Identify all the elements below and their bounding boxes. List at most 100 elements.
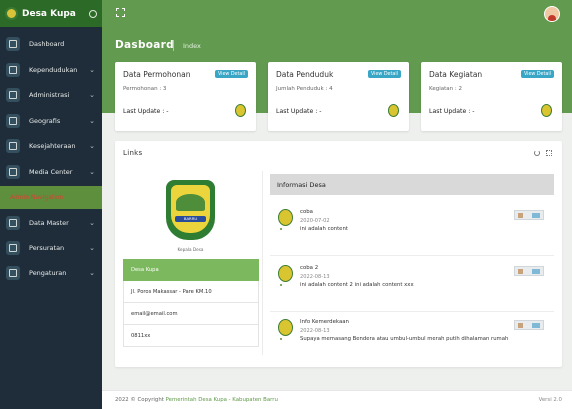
footer-copyright: 2022 © Copyright Pemerintah Desa Kupa - …	[115, 397, 278, 403]
sidebar-item-label: Administrasi	[29, 91, 70, 99]
copyright-text: 2022 © Copyright	[115, 397, 164, 403]
post-title: coba 2	[300, 265, 319, 271]
page-title: Dasboard	[115, 39, 174, 51]
settings-icon[interactable]	[89, 9, 97, 18]
footer: 2022 © Copyright Pemerintah Desa Kupa - …	[102, 390, 572, 409]
sidebar-item-label: Geografis	[29, 117, 61, 125]
sidebar-item-persuratan[interactable]: Persuratan ⌄	[0, 237, 102, 259]
emblem-ribbon: BARRU	[175, 216, 206, 222]
chevron-down-icon: ⌄	[89, 117, 95, 125]
village-info-list: Desa Kupa Jl. Poros Makassar - Pare KM.1…	[123, 259, 259, 347]
info-address: Jl. Poros Makassar - Pare KM.10	[123, 281, 259, 303]
post-date: 2020-07-02	[300, 218, 330, 224]
chevron-down-icon: ⌄	[89, 66, 95, 74]
post-avatar	[278, 265, 293, 282]
info-email: email@email.com	[123, 303, 259, 325]
monitor-icon	[6, 216, 20, 230]
chevron-down-icon: ⌄	[89, 142, 95, 150]
briefcase-icon	[6, 88, 20, 102]
chevron-down-icon: ⌄	[89, 168, 95, 176]
sidebar-item-media-center[interactable]: Media Center ⌄	[0, 161, 102, 183]
info-village-name: Desa Kupa	[123, 259, 259, 281]
post-title: coba	[300, 209, 313, 215]
sidebar-section-header: Admin Navigation	[0, 186, 102, 209]
sidebar-item-kesejahteraan[interactable]: Kesejahteraan ⌄	[0, 135, 102, 157]
copyright-link[interactable]: Pemerintah Desa Kupa - Kabupaten Barru	[166, 397, 278, 403]
sidebar-item-label: Kesejahteraan	[29, 142, 76, 150]
map-icon	[6, 114, 20, 128]
post-date: 2022-08-13	[300, 328, 330, 334]
post-avatar	[278, 319, 293, 336]
online-dot	[280, 228, 282, 230]
app-title: Desa Kupa	[22, 8, 76, 19]
column-divider	[262, 171, 263, 355]
sidebar: Desa Kupa Dashboard Kependudukan ⌄ Admin…	[0, 0, 102, 409]
sidebar-item-geografis[interactable]: Geografis ⌄	[0, 110, 102, 132]
post-thumbnail[interactable]	[514, 210, 544, 220]
panel-title: Links	[123, 149, 143, 157]
chevron-down-icon: ⌄	[89, 91, 95, 99]
sidebar-item-label: Pengaturan	[29, 269, 67, 277]
online-dot	[280, 284, 282, 286]
list-item[interactable]: Info Kemerdekaan 2022-08-13 Supaya memas…	[270, 311, 554, 366]
online-dot	[280, 338, 282, 340]
card-count: Kegiatan : 2	[429, 86, 462, 92]
post-content: ini adalah content	[300, 226, 348, 232]
video-icon	[6, 165, 20, 179]
expand-icon[interactable]	[546, 150, 552, 156]
sidebar-item-label: Media Center	[29, 168, 73, 176]
stat-card-permohonan: Data Permohonan View Detail Permohonan :…	[115, 62, 256, 131]
card-count: Jumlah Penduduk : 4	[276, 86, 333, 92]
home-icon	[6, 37, 20, 51]
stat-card-kegiatan: Data Kegiatan View Detail Kegiatan : 2 L…	[421, 62, 562, 131]
chevron-down-icon: ⌄	[89, 219, 95, 227]
sidebar-item-administrasi[interactable]: Administrasi ⌄	[0, 84, 102, 106]
post-content: ini adalah content 2 ini adalah content …	[300, 282, 414, 288]
file-icon	[6, 241, 20, 255]
emblem-icon	[541, 104, 552, 117]
breadcrumb-divider	[173, 40, 174, 51]
post-title: Info Kemerdekaan	[300, 319, 349, 325]
sidebar-item-label: Persuratan	[29, 244, 65, 252]
view-detail-button[interactable]: View Detail	[367, 70, 401, 78]
info-phone: 0811xx	[123, 325, 259, 347]
view-detail-button[interactable]: View Detail	[214, 70, 248, 78]
list-item[interactable]: coba 2 2022-08-13 ini adalah content 2 i…	[270, 257, 554, 312]
version-label: Versi 2.0	[538, 397, 562, 403]
view-detail-button[interactable]: View Detail	[520, 70, 554, 78]
sidebar-admin-menu: Data Master ⌄ Persuratan ⌄ Pengaturan ⌄	[0, 209, 102, 287]
info-header: Informasi Desa	[270, 174, 554, 195]
card-count: Permohonan : 3	[123, 86, 167, 92]
card-title: Data Penduduk	[276, 70, 334, 79]
card-last-update: Last Update : -	[276, 108, 322, 115]
chevron-down-icon: ⌄	[89, 244, 95, 252]
chevron-down-icon: ⌄	[89, 269, 95, 277]
stat-card-penduduk: Data Penduduk View Detail Jumlah Pendudu…	[268, 62, 409, 131]
post-thumbnail[interactable]	[514, 266, 544, 276]
post-date: 2022-08-13	[300, 274, 330, 280]
breadcrumb: Index	[183, 42, 201, 50]
emblem-caption: Kepala Desa	[177, 247, 204, 252]
sidebar-item-label: Dashboard	[29, 40, 65, 48]
sidebar-main-menu: Dashboard Kependudukan ⌄ Administrasi ⌄ …	[0, 27, 102, 187]
card-last-update: Last Update : -	[123, 108, 169, 115]
sidebar-item-label: Kependudukan	[29, 66, 78, 74]
list-item[interactable]: coba 2020-07-02 ini adalah content	[270, 201, 554, 256]
section-label: Admin Navigation	[10, 194, 64, 201]
box-icon	[6, 139, 20, 153]
emblem-icon	[388, 104, 399, 117]
top-navbar	[102, 0, 572, 27]
brand-bar: Desa Kupa	[0, 0, 102, 27]
sidebar-item-kependudukan[interactable]: Kependudukan ⌄	[0, 59, 102, 81]
card-title: Data Kegiatan	[429, 70, 483, 79]
sidebar-item-dashboard[interactable]: Dashboard	[0, 33, 102, 55]
refresh-icon[interactable]	[534, 150, 540, 156]
emblem-icon	[235, 104, 246, 117]
sidebar-item-pengaturan[interactable]: Pengaturan ⌄	[0, 262, 102, 284]
settings-icon	[6, 266, 20, 280]
fullscreen-icon[interactable]	[116, 8, 125, 17]
user-avatar[interactable]	[544, 6, 560, 22]
post-content: Supaya memasang Bendera atau umbul-umbul…	[300, 336, 509, 342]
post-thumbnail[interactable]	[514, 320, 544, 330]
sidebar-item-data-master[interactable]: Data Master ⌄	[0, 212, 102, 234]
